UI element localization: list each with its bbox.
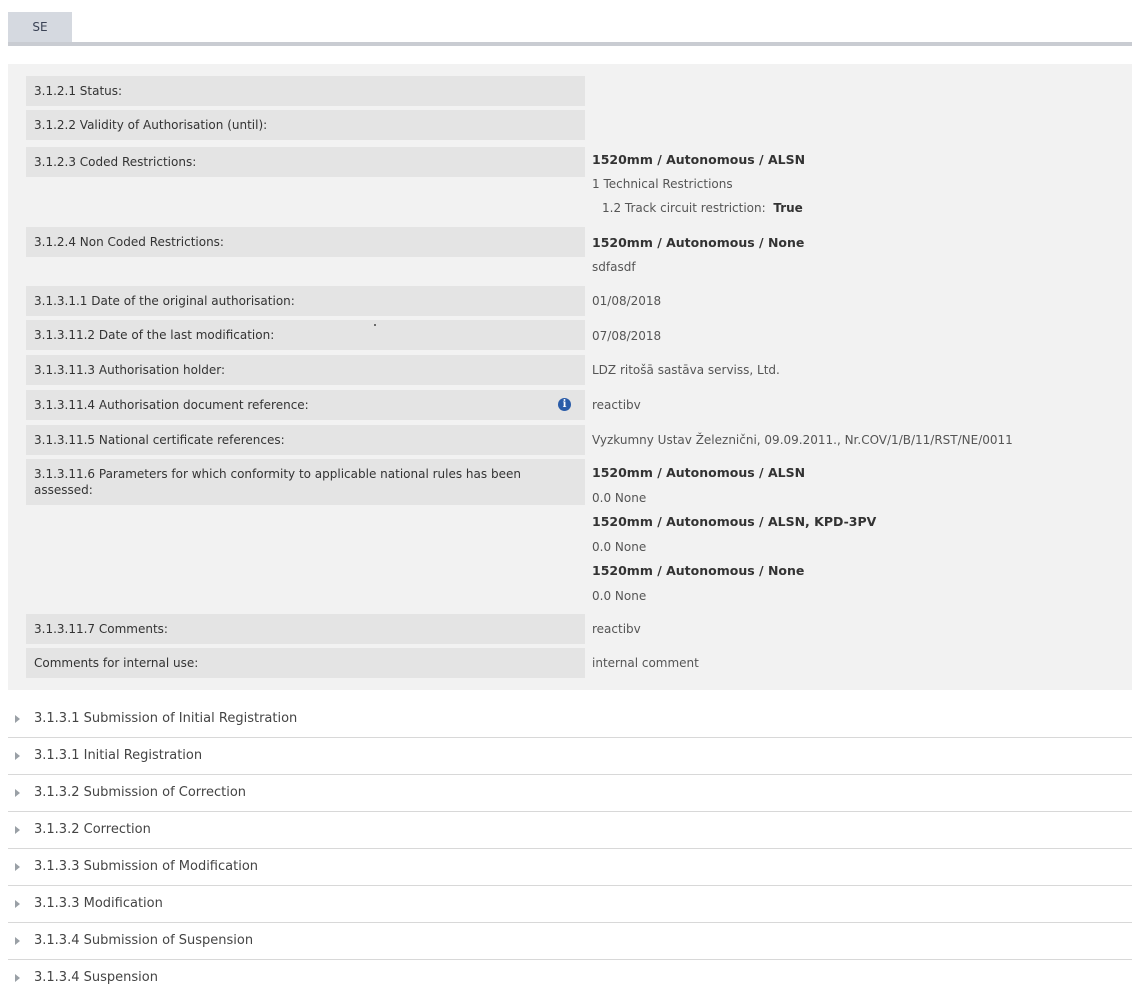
restriction-item-value: True [773,201,803,215]
accordion-title: 3.1.3.1 Submission of Initial Registrati… [34,711,298,726]
row-label: Comments for internal use: [26,648,585,678]
row-value: LDZ ritošā sastāva serviss, Ltd. [592,363,780,377]
row-label: 3.1.3.11.2 Date of the last modification… [26,320,585,350]
accordion-submission-suspension[interactable]: 3.1.3.4 Submission of Suspension [8,923,1132,960]
row-label: 3.1.2.1 Status: [26,76,585,106]
row-label: 3.1.3.11.6 Parameters for which conformi… [26,459,585,505]
parameter-value: 0.0 None [592,491,647,505]
restriction-item: 1.2 Track circuit restriction: True [602,200,803,216]
accordion-title: 3.1.3.4 Suspension [34,970,158,985]
info-icon[interactable]: i [558,398,571,411]
expand-arrow-icon [15,937,20,945]
accordion-submission-correction[interactable]: 3.1.3.2 Submission of Correction [8,775,1132,812]
restriction-heading: 1520mm / Autonomous / ALSN [592,152,806,167]
row-label: 3.1.3.11.5 National certificate referenc… [26,425,585,455]
row-label: 3.1.3.1.1 Date of the original authorisa… [26,286,585,316]
restriction-item-text: 1.2 Track circuit restriction: [602,201,766,215]
row-label-text: 3.1.3.11.4 Authorisation document refere… [34,398,309,412]
row-value: reactibv [592,622,641,636]
tab-se[interactable]: SE [8,12,72,42]
row-value: reactibv [592,398,641,412]
accordion-title: 3.1.3.4 Submission of Suspension [34,933,254,948]
parameter-value: 0.0 None [592,540,647,554]
expand-arrow-icon [15,826,20,834]
row-label: 3.1.2.4 Non Coded Restrictions: [26,227,585,257]
expand-arrow-icon [15,752,20,760]
accordion-title: 3.1.3.2 Submission of Correction [34,785,247,800]
restriction-category: 1 Technical Restrictions [592,177,733,191]
accordion-submission-initial-registration[interactable]: 3.1.3.1 Submission of Initial Registrati… [8,701,1132,738]
expand-arrow-icon [15,789,20,797]
tab-bar: SE [8,12,1132,46]
restriction-text: sdfasdf [592,260,636,274]
row-value: internal comment [592,656,699,670]
expand-arrow-icon [15,900,20,908]
stray-dot [374,324,376,326]
row-label: 3.1.2.3 Coded Restrictions: [26,147,585,177]
row-value: 01/08/2018 [592,294,662,308]
row-value: 07/08/2018 [592,329,662,343]
accordion-title: 3.1.3.1 Initial Registration [34,748,203,763]
accordion-modification[interactable]: 3.1.3.3 Modification [8,886,1132,923]
tab-underline [8,42,1132,46]
row-value: Vyzkumny Ustav Železnični, 09.09.2011., … [592,433,1013,447]
accordion-initial-registration[interactable]: 3.1.3.1 Initial Registration [8,738,1132,775]
row-label: 3.1.3.11.4 Authorisation document refere… [26,390,585,420]
expand-arrow-icon [15,974,20,982]
accordion-correction[interactable]: 3.1.3.2 Correction [8,812,1132,849]
details-panel: 3.1.2.1 Status: 3.1.2.2 Validity of Auth… [8,64,1132,690]
accordion-title: 3.1.3.3 Modification [34,896,163,911]
parameter-heading: 1520mm / Autonomous / ALSN, KPD-3PV [592,514,877,529]
expand-arrow-icon [15,715,20,723]
parameter-heading: 1520mm / Autonomous / ALSN [592,465,806,480]
accordion-submission-modification[interactable]: 3.1.3.3 Submission of Modification [8,849,1132,886]
row-label: 3.1.3.11.7 Comments: [26,614,585,644]
parameter-value: 0.0 None [592,589,647,603]
restriction-heading: 1520mm / Autonomous / None [592,235,805,250]
accordion-title: 3.1.3.2 Correction [34,822,151,837]
row-label: 3.1.3.11.3 Authorisation holder: [26,355,585,385]
expand-arrow-icon [15,863,20,871]
parameter-heading: 1520mm / Autonomous / None [592,563,805,578]
accordion-title: 3.1.3.3 Submission of Modification [34,859,259,874]
accordion-suspension[interactable]: 3.1.3.4 Suspension [8,960,1132,986]
row-label: 3.1.2.2 Validity of Authorisation (until… [26,110,585,140]
